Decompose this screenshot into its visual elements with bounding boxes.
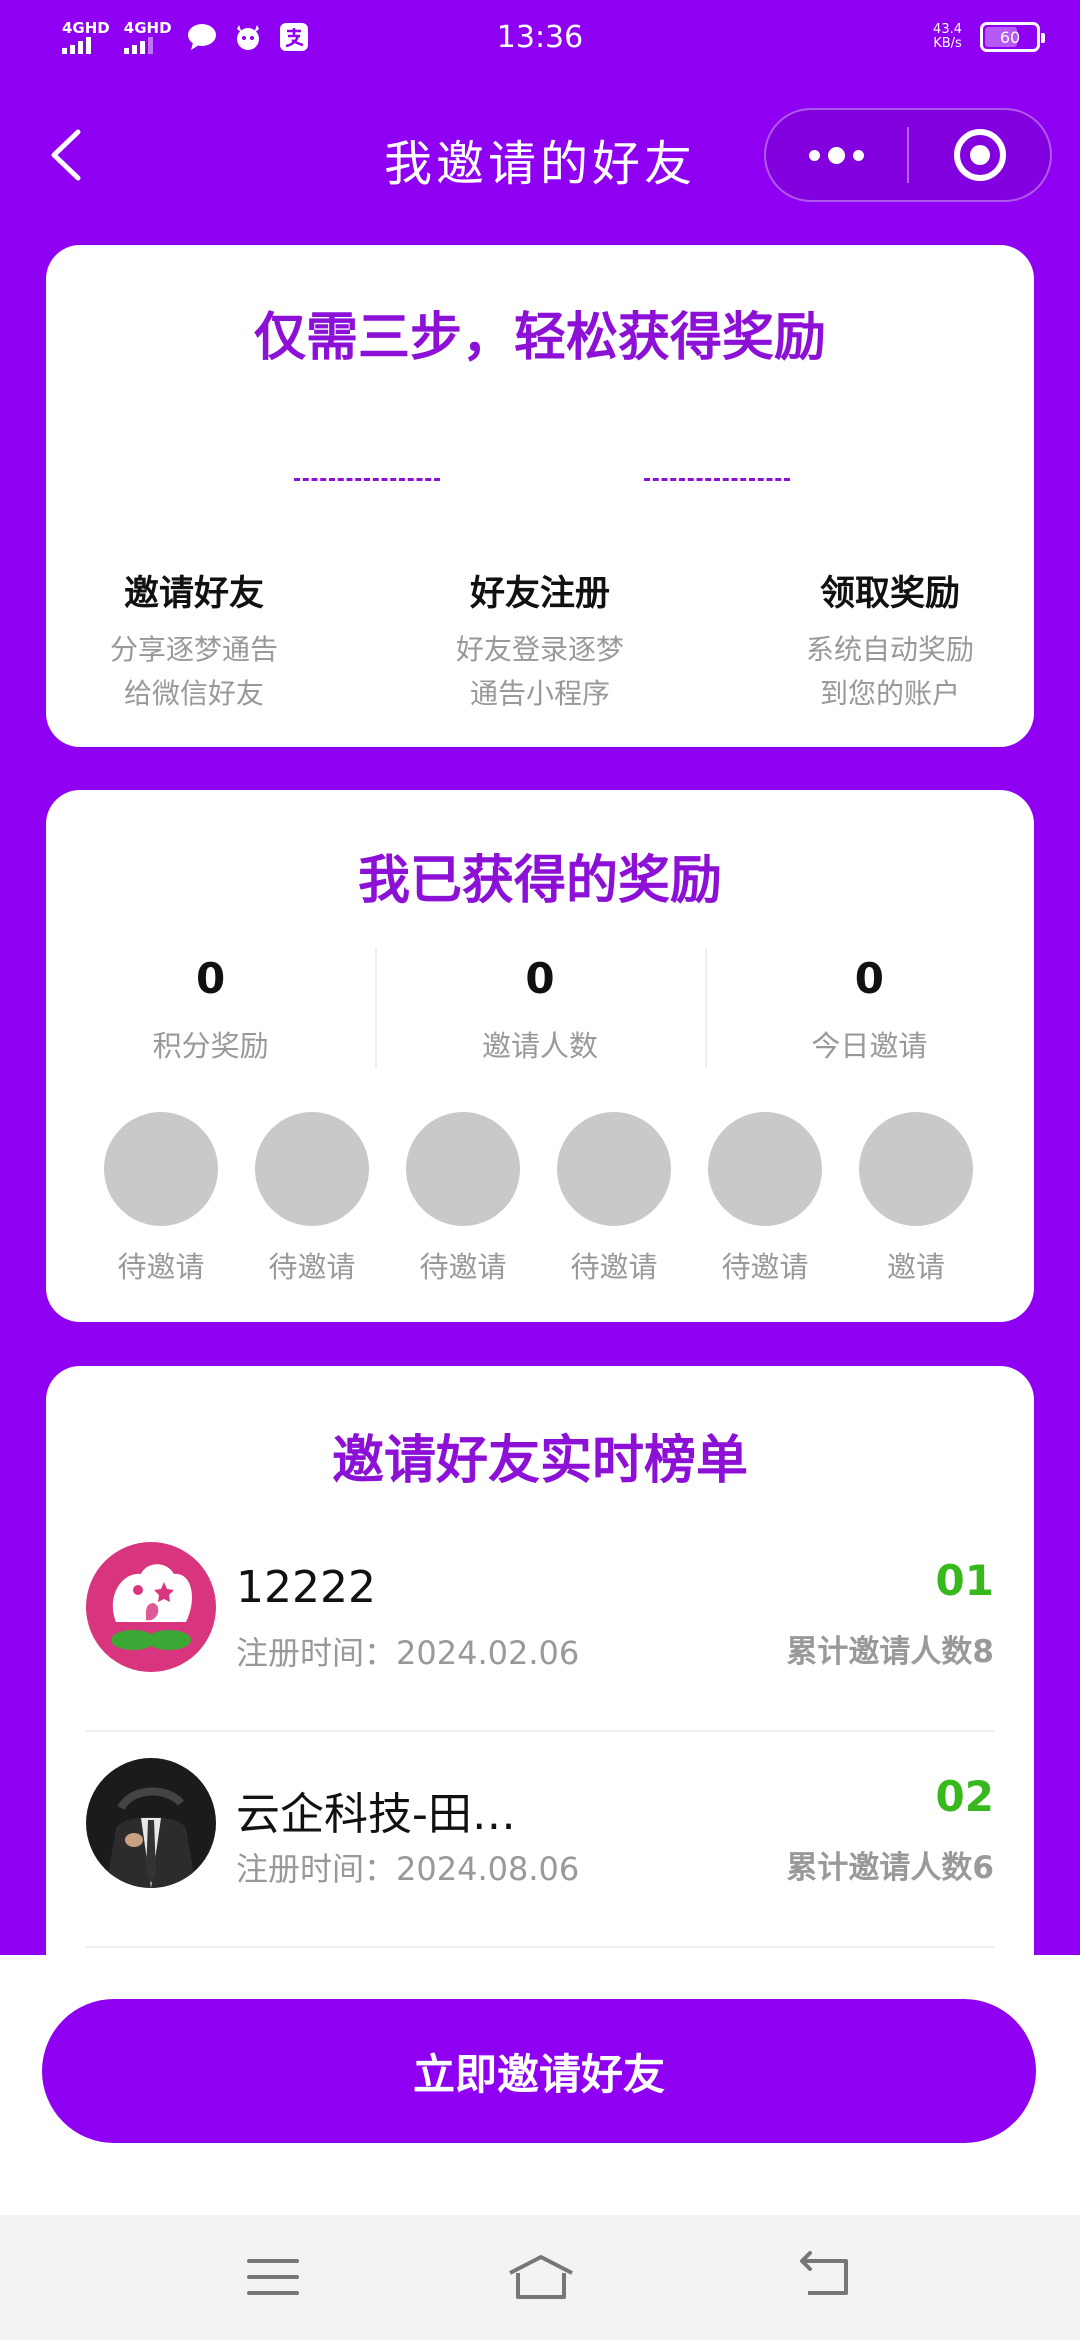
avatar-placeholder [255,1112,369,1226]
step-desc-line2: 给微信好友 [123,677,264,710]
invite-slot[interactable]: 待邀请 [104,1112,218,1286]
invite-slot[interactable]: 待邀请 [708,1112,822,1286]
home-button[interactable] [506,2251,573,2303]
stat-label: 今日邀请 [811,1029,928,1063]
register-time: 注册时间：2024.02.06 [236,1634,580,1672]
ranking-card-title: 邀请好友实时榜单 [331,1431,748,1491]
stat-today-invites: 0 今日邀请 [704,948,1034,1068]
network-speed: 43.4 KB/s [933,23,962,51]
close-miniprogram-button[interactable] [909,110,1050,200]
avatar-placeholder [859,1112,973,1226]
ranking-row[interactable]: 12222 注册时间：2024.02.06 01 累计邀请人数8 [86,1516,994,1732]
step-reward: 领取奖励 系统自动奖励 到您的账户 [740,565,1040,716]
avatar-placeholder [708,1112,822,1226]
steps-card: 仅需三步，轻松获得奖励 邀请好友 分享逐梦通告 给微信好友 好友注册 好友登录逐… [46,245,1034,747]
rank-number: 02 [935,1772,994,1821]
stat-label: 邀请人数 [481,1029,598,1063]
back-arrow-icon [800,2251,848,2295]
steps-card-title: 仅需三步，轻松获得奖励 [253,308,826,368]
avatar-placeholder [104,1112,218,1226]
register-time: 注册时间：2024.08.06 [236,1850,580,1888]
status-bar: 4GHD 4GHD 13:36 43.4 KB/s 60 [0,0,1080,80]
rank-number: 01 [935,1556,994,1605]
status-right-icons: 43.4 KB/s 60 [933,22,1045,52]
avatar-placeholder [406,1112,520,1226]
user-name: 云企科技-田… [236,1789,516,1840]
stat-value: 0 [525,954,555,1003]
more-button[interactable] [766,110,907,200]
invite-slot-label: 待邀请 [721,1250,809,1284]
network-speed-value: 43.4 [933,22,962,37]
home-icon [509,2255,573,2299]
navigation-bar: 我邀请的好友 [0,100,1080,210]
step-title: 好友注册 [469,574,610,614]
step-desc-line1: 系统自动奖励 [805,633,974,666]
more-dots-icon [809,146,864,164]
invite-slot-label: 邀请 [886,1250,945,1284]
user-avatar [86,1542,216,1672]
reward-stats: 0 积分奖励 0 邀请人数 0 今日邀请 [46,948,1034,1068]
battery-icon: 60 [980,22,1045,52]
menu-button[interactable] [243,2251,303,2303]
bottom-action-area: 立即邀请好友 [0,1955,1080,2215]
step-desc-line2: 到您的账户 [819,677,960,710]
invite-slot[interactable]: 待邀请 [255,1112,369,1286]
step-desc-line2: 通告小程序 [469,677,610,710]
target-circle-icon [953,129,1006,181]
step-connector-1 [294,478,440,481]
status-time: 13:36 [496,20,584,55]
battery-level: 60 [999,27,1021,47]
step-title: 领取奖励 [819,574,960,614]
stat-value: 0 [854,954,884,1003]
invite-friends-button[interactable]: 立即邀请好友 [42,1999,1036,2143]
step-invite: 邀请好友 分享逐梦通告 给微信好友 [44,565,344,716]
invite-slot-label: 待邀请 [268,1250,356,1284]
system-navigation-bar [0,2215,1080,2340]
step-connector-2 [644,478,790,481]
stat-label: 积分奖励 [152,1029,269,1063]
step-desc-line1: 好友登录逐梦 [455,633,624,666]
invite-count: 累计邀请人数8 [786,1634,994,1670]
invite-slot[interactable]: 待邀请 [406,1112,520,1286]
step-desc-line1: 分享逐梦通告 [109,633,278,666]
stat-points: 0 积分奖励 [46,948,375,1065]
back-system-button[interactable] [796,2251,856,2303]
stat-invite-count: 0 邀请人数 [375,948,704,1068]
menu-icon [247,2259,299,2295]
network-speed-unit: KB/s [933,36,962,51]
invite-slot-label: 待邀请 [419,1250,507,1284]
stat-value: 0 [196,954,226,1003]
ranking-row[interactable]: 云企科技-田… 注册时间：2024.08.06 02 累计邀请人数6 [86,1732,994,1948]
invite-slots: 待邀请 待邀请 待邀请 待邀请 待邀请 邀请 [104,1112,973,1286]
rewards-card: 我已获得的奖励 0 积分奖励 0 邀请人数 0 今日邀请 待邀请 待邀请 待邀请… [46,790,1034,1322]
user-avatar [86,1758,216,1888]
invite-slot-label: 待邀请 [570,1250,658,1284]
invite-slot[interactable]: 待邀请 [557,1112,671,1286]
invite-count: 累计邀请人数6 [786,1850,994,1886]
step-title: 邀请好友 [123,574,264,614]
rewards-card-title: 我已获得的奖励 [357,851,722,911]
step-register: 好友注册 好友登录逐梦 通告小程序 [390,565,690,716]
miniprogram-capsule [764,108,1052,202]
avatar-placeholder [557,1112,671,1226]
invite-slot[interactable]: 邀请 [859,1112,973,1286]
invited-friends-page: 4GHD 4GHD 13:36 43.4 KB/s 60 我邀请的好友 仅需三步… [0,0,1080,2340]
invite-slot-label: 待邀请 [117,1250,205,1284]
user-name: 12222 [236,1562,376,1613]
